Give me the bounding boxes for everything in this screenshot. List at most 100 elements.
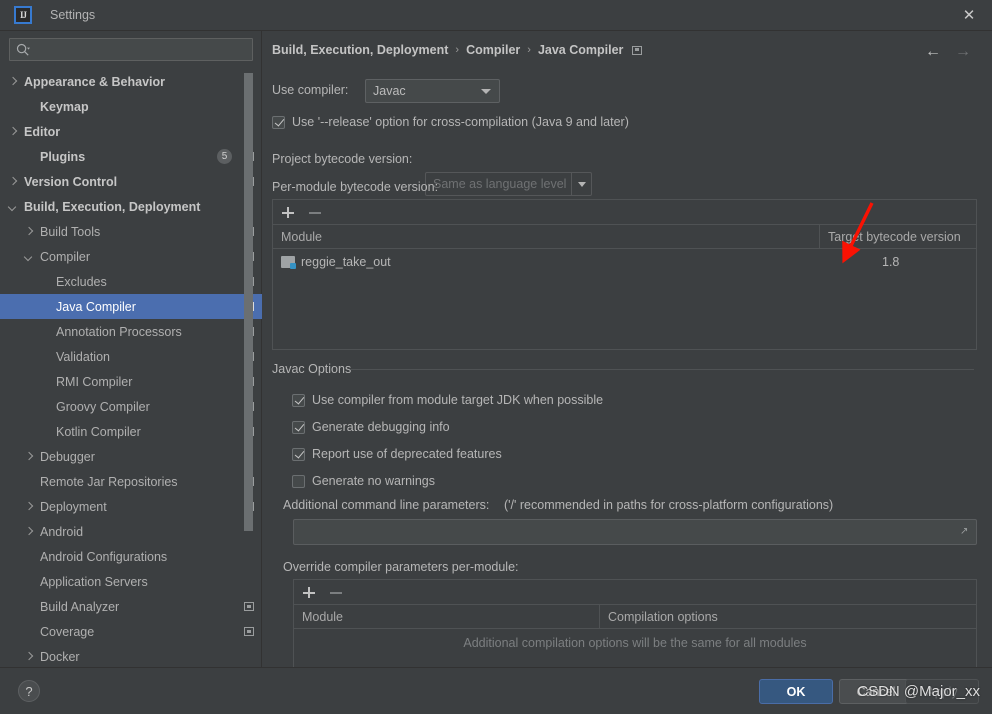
per-module-table-toolbar xyxy=(273,200,976,225)
sidebar-item-android-configurations[interactable]: Android Configurations xyxy=(0,544,262,569)
breadcrumb-item-build[interactable]: Build, Execution, Deployment xyxy=(272,43,448,57)
override-params-toolbar xyxy=(294,580,976,605)
search-icon xyxy=(16,43,30,56)
chevron-right-icon[interactable] xyxy=(8,76,19,87)
ok-button[interactable]: OK xyxy=(759,679,833,704)
breadcrumb-item-compiler[interactable]: Compiler xyxy=(466,43,520,57)
expand-field-icon[interactable]: ↗ xyxy=(960,527,970,537)
breadcrumb-item-java-compiler: Java Compiler xyxy=(537,43,624,57)
sidebar-item-android[interactable]: Android xyxy=(0,519,262,544)
window-title: Settings xyxy=(50,8,96,22)
sidebar-item-keymap[interactable]: Keymap xyxy=(0,94,262,119)
chevron-right-icon[interactable] xyxy=(24,451,35,462)
sidebar-item-label: Coverage xyxy=(40,624,95,639)
project-bytecode-label: Project bytecode version: xyxy=(272,152,413,166)
sidebar-item-badge: 5 xyxy=(217,149,232,164)
sidebar-item-docker[interactable]: Docker xyxy=(0,644,262,667)
sidebar-item-build-execution-deployment[interactable]: Build, Execution, Deployment xyxy=(0,194,262,219)
chevron-down-icon[interactable] xyxy=(571,172,591,196)
breadcrumb-separator: › xyxy=(527,44,531,56)
chevron-down-icon[interactable] xyxy=(24,251,35,262)
use-compiler-dropdown[interactable]: Javac xyxy=(365,79,500,103)
nav-back-icon[interactable]: ← xyxy=(922,43,944,61)
sidebar-item-deployment[interactable]: Deployment xyxy=(0,494,262,519)
checkbox-box xyxy=(292,447,305,461)
column-header-module[interactable]: Module xyxy=(294,605,599,628)
sidebar-item-build-tools[interactable]: Build Tools xyxy=(0,219,262,244)
sidebar-item-coverage[interactable]: Coverage xyxy=(0,619,262,644)
sidebar-item-label: Plugins xyxy=(40,149,86,164)
sidebar-item-label: Groovy Compiler xyxy=(56,399,150,414)
chevron-down-icon[interactable] xyxy=(8,201,19,212)
generate-debugging-info-checkbox[interactable]: Generate debugging info xyxy=(292,420,450,434)
project-bytecode-value: Same as language level xyxy=(433,177,567,191)
per-module-table-header: Module Target bytecode version xyxy=(273,225,976,249)
sidebar-item-label: Editor xyxy=(24,124,61,139)
sidebar-item-label: Keymap xyxy=(40,99,89,114)
per-module-bytecode-label: Per-module bytecode version: xyxy=(272,180,439,194)
per-module-bytecode-table: Module Target bytecode version reggie_ta… xyxy=(272,199,977,350)
settings-tree: Appearance & Behavior Keymap Editor Plugins… xyxy=(0,69,262,667)
override-params-label: Override compiler parameters per-module: xyxy=(283,560,519,574)
additional-params-hint: ('/' recommended in paths for cross-plat… xyxy=(504,498,834,512)
help-button[interactable]: ? xyxy=(18,680,40,702)
chevron-right-icon[interactable] xyxy=(24,651,35,662)
column-header-module[interactable]: Module xyxy=(273,225,819,248)
sidebar-item-annotation-processors[interactable]: Annotation Processors xyxy=(0,319,262,344)
use-release-option-checkbox[interactable]: Use '--release' option for cross-compila… xyxy=(272,115,629,129)
sidebar-scrollbar-thumb[interactable] xyxy=(244,73,253,531)
chevron-right-icon[interactable] xyxy=(8,126,19,137)
project-bytecode-row: Project bytecode version: xyxy=(272,152,412,166)
sidebar-item-label: Build Tools xyxy=(40,224,101,239)
column-header-target-bytecode-version[interactable]: Target bytecode version xyxy=(819,225,976,248)
sidebar-item-excludes[interactable]: Excludes xyxy=(0,269,262,294)
column-header-compilation-options[interactable]: Compilation options xyxy=(599,605,976,628)
table-row[interactable]: reggie_take_out 1.8 xyxy=(273,249,976,274)
checkbox-box xyxy=(272,115,285,129)
sidebar-item-label: RMI Compiler xyxy=(56,374,133,389)
chevron-right-icon[interactable] xyxy=(24,226,35,237)
sidebar-item-application-servers[interactable]: Application Servers xyxy=(0,569,262,594)
sidebar-item-groovy-compiler[interactable]: Groovy Compiler xyxy=(0,394,262,419)
sidebar-item-plugins[interactable]: Plugins 5 xyxy=(0,144,262,169)
sidebar-item-label: Annotation Processors xyxy=(56,324,182,339)
override-params-table-header: Module Compilation options xyxy=(294,605,976,629)
sidebar-item-java-compiler[interactable]: Java Compiler xyxy=(0,294,262,319)
sidebar-item-label: Android Configurations xyxy=(40,549,168,564)
sidebar-item-label: Application Servers xyxy=(40,574,148,589)
additional-params-input[interactable]: ↗ xyxy=(293,519,977,545)
sidebar-item-validation[interactable]: Validation xyxy=(0,344,262,369)
chevron-right-icon[interactable] xyxy=(24,501,35,512)
checkbox-box xyxy=(292,420,305,434)
sidebar-item-label: Remote Jar Repositories xyxy=(40,474,178,489)
sidebar-item-label: Build Analyzer xyxy=(40,599,120,614)
sidebar-item-compiler[interactable]: Compiler xyxy=(0,244,262,269)
sidebar-item-remote-jar-repositories[interactable]: Remote Jar Repositories xyxy=(0,469,262,494)
use-compiler-from-module-jdk-checkbox[interactable]: Use compiler from module target JDK when… xyxy=(292,393,603,407)
sidebar-item-editor[interactable]: Editor xyxy=(0,119,262,144)
window-titlebar: IJ Settings ✕ xyxy=(0,0,992,31)
chevron-right-icon[interactable] xyxy=(24,526,35,537)
report-deprecated-features-checkbox[interactable]: Report use of deprecated features xyxy=(292,447,502,461)
sidebar-scrollbar[interactable] xyxy=(244,71,253,651)
project-bytecode-dropdown[interactable]: Same as language level xyxy=(425,172,592,196)
sidebar-item-debugger[interactable]: Debugger xyxy=(0,444,262,469)
nav-forward-icon[interactable]: → xyxy=(952,43,974,61)
sidebar-item-label: Deployment xyxy=(40,499,107,514)
add-override-button[interactable] xyxy=(302,585,316,599)
sidebar-item-label: Appearance & Behavior xyxy=(24,74,166,89)
add-module-button[interactable] xyxy=(281,205,295,219)
sidebar-item-build-analyzer[interactable]: Build Analyzer xyxy=(0,594,262,619)
sidebar-item-kotlin-compiler[interactable]: Kotlin Compiler xyxy=(0,419,262,444)
dialog-footer: ? OK Cancel Apply xyxy=(0,667,992,714)
sidebar-item-version-control[interactable]: Version Control xyxy=(0,169,262,194)
search-input[interactable] xyxy=(36,39,248,60)
javac-options-title: Javac Options xyxy=(272,362,359,376)
generate-no-warnings-checkbox[interactable]: Generate no warnings xyxy=(292,474,435,488)
search-box[interactable] xyxy=(9,38,253,61)
target-bytecode-version-value[interactable]: 1.8 xyxy=(882,255,899,269)
close-icon[interactable]: ✕ xyxy=(946,0,992,30)
sidebar-item-appearance-behavior[interactable]: Appearance & Behavior xyxy=(0,69,262,94)
chevron-right-icon[interactable] xyxy=(8,176,19,187)
sidebar-item-rmi-compiler[interactable]: RMI Compiler xyxy=(0,369,262,394)
